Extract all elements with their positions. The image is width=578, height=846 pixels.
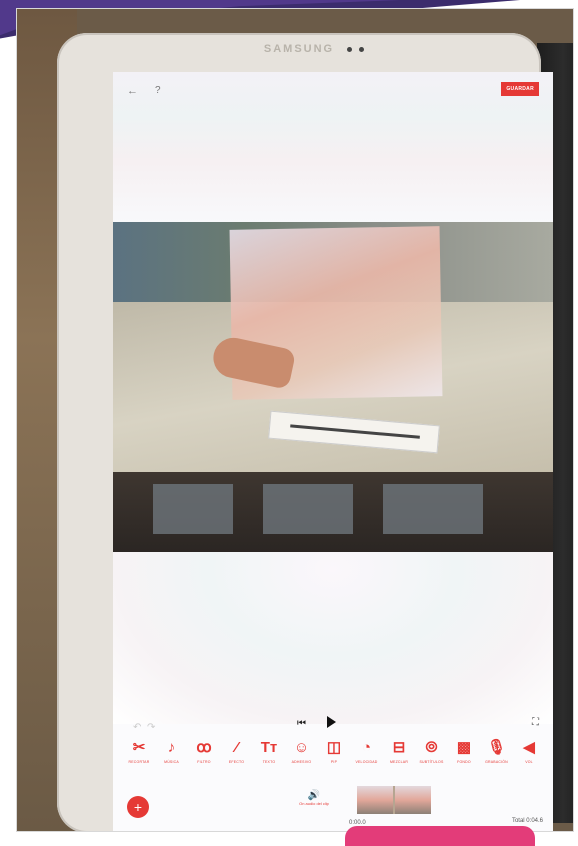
tool-sticker[interactable]: ☺ ADHESIVO xyxy=(284,738,320,764)
app-screen: ← ? GUARDAR ↶ ↷ ⏮ ⛶ ✂ RECORTAR ♪ MÚSICA … xyxy=(113,72,553,831)
tool-background[interactable]: ▩ FONDO xyxy=(446,738,482,764)
tool-label: RECORTAR xyxy=(128,760,150,764)
volume-icon: ◀ xyxy=(523,739,535,756)
subtitles-icon: ⦾ xyxy=(425,739,438,756)
tool-label: FONDO xyxy=(457,760,471,764)
tablet-device: SAMSUNG ← ? GUARDAR ↶ ↷ ⏮ ⛶ ✂ RECORTAR ♪… xyxy=(57,33,553,831)
tool-label: VOL xyxy=(525,760,533,764)
tool-blend[interactable]: ⊟ MEZCLAR xyxy=(381,738,417,764)
camera-icon xyxy=(347,47,352,52)
tool-label: TEXTO xyxy=(262,760,276,764)
tool-label: GRABACIÓN xyxy=(485,760,508,764)
filter-icon: ꝏ xyxy=(196,739,212,756)
speaker-icon: 🔊 xyxy=(307,790,321,801)
tool-label: ADHESIVO xyxy=(291,760,312,764)
microphone-icon: 🎙 xyxy=(486,739,507,756)
text-icon: Tт xyxy=(260,739,278,756)
video-chair xyxy=(383,484,483,534)
sticker-icon: ☺ xyxy=(293,739,310,756)
speed-icon: ◔ xyxy=(361,739,372,756)
tool-filter[interactable]: ꝏ FILTRO xyxy=(186,738,222,764)
video-chair xyxy=(263,484,353,534)
tool-label: FILTRO xyxy=(197,760,211,764)
device-brand: SAMSUNG xyxy=(263,43,335,55)
tool-pip[interactable]: ◫ PIP xyxy=(316,738,352,764)
editor-topbar: ← ? GUARDAR xyxy=(113,72,553,222)
timeline-clip[interactable] xyxy=(357,786,431,814)
blend-icon: ⊟ xyxy=(392,739,406,756)
add-media-button[interactable]: + xyxy=(127,796,149,818)
slide-bottom-tab xyxy=(345,826,535,846)
tool-label: SUBTÍTULOS xyxy=(419,760,444,764)
tool-volume[interactable]: ◀ VOL xyxy=(511,738,547,764)
save-button[interactable]: GUARDAR xyxy=(501,82,539,96)
photo-frame: SAMSUNG ← ? GUARDAR ↶ ↷ ⏮ ⛶ ✂ RECORTAR ♪… xyxy=(16,8,574,832)
video-preview[interactable] xyxy=(113,222,553,552)
help-icon[interactable]: ? xyxy=(155,85,161,96)
redo-icon[interactable]: ↷ xyxy=(147,722,155,733)
clip-thumbnail xyxy=(395,786,431,814)
tool-music[interactable]: ♪ MÚSICA xyxy=(154,738,190,764)
tool-label: VELOCIDAD xyxy=(355,760,378,764)
tool-label: EFECTO xyxy=(228,760,245,764)
tool-text[interactable]: Tт TEXTO xyxy=(251,738,287,764)
tool-microphone[interactable]: 🎙 GRABACIÓN xyxy=(479,738,515,764)
sensor-icon xyxy=(359,47,364,52)
effect-icon: ⁄ xyxy=(235,739,238,756)
clip-audio-label: On audio del clip xyxy=(299,801,329,806)
back-arrow-icon[interactable]: ← xyxy=(127,85,138,97)
tool-bar: ✂ RECORTAR ♪ MÚSICA ꝏ FILTRO ⁄ EFECTO Tт TEXTO ☺ AD… xyxy=(121,738,553,778)
canvas-area xyxy=(113,552,553,724)
tool-effect[interactable]: ⁄ EFECTO xyxy=(219,738,255,764)
total-duration: Total 0:04.6 xyxy=(511,818,543,824)
tool-label: PIP xyxy=(330,760,338,764)
tool-label: MÚSICA xyxy=(164,760,179,764)
undo-icon[interactable]: ↶ xyxy=(133,722,141,733)
music-icon: ♪ xyxy=(167,739,176,756)
video-chair xyxy=(153,484,233,534)
tool-label: MEZCLAR xyxy=(389,760,409,764)
tool-subtitles[interactable]: ⦾ SUBTÍTULOS xyxy=(414,738,450,764)
scissors-icon: ✂ xyxy=(132,739,146,756)
clip-thumbnail xyxy=(357,786,393,814)
pip-icon: ◫ xyxy=(326,739,342,756)
clip-audio-toggle[interactable]: 🔊 On audio del clip xyxy=(289,790,339,806)
fullscreen-icon[interactable]: ⛶ xyxy=(532,717,539,728)
tool-scissors[interactable]: ✂ RECORTAR xyxy=(121,738,157,764)
skip-to-start-icon[interactable]: ⏮ xyxy=(297,718,306,729)
play-icon[interactable] xyxy=(327,716,336,728)
background-icon: ▩ xyxy=(456,739,472,756)
tool-speed[interactable]: ◔ VELOCIDAD xyxy=(349,738,385,764)
